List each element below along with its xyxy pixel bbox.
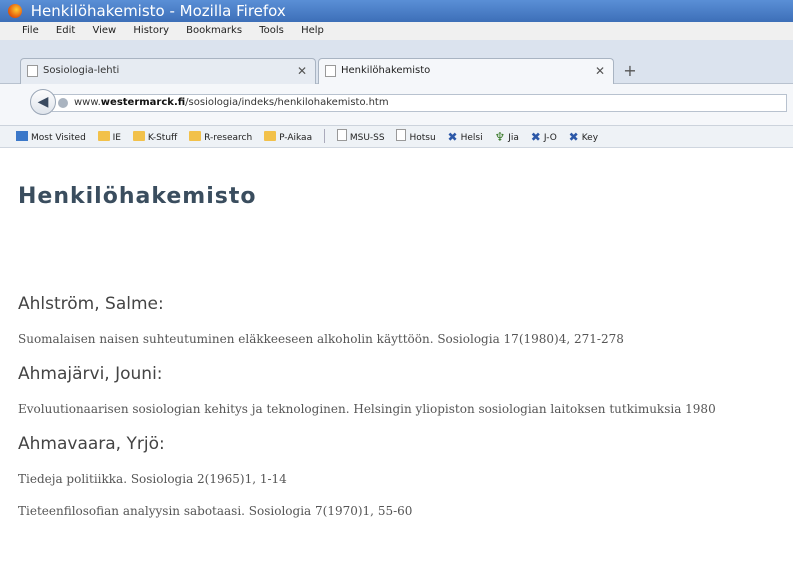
close-icon[interactable]: ✕ xyxy=(595,59,605,83)
publication-entry: Suomalaisen naisen suhteutuminen eläkkee… xyxy=(18,332,624,346)
url-prefix: www. xyxy=(74,97,101,108)
tree-icon: ♆ xyxy=(494,130,506,144)
menu-edit[interactable]: Edit xyxy=(56,25,75,36)
bookmark-j-o[interactable]: ✖ J-O xyxy=(530,126,557,147)
window-titlebar: Henkilöhakemisto - Mozilla Firefox xyxy=(0,0,793,22)
folder-icon xyxy=(132,131,145,141)
bookmark-jia[interactable]: ♆ Jia xyxy=(494,126,518,147)
tab-henkilohakemisto[interactable]: Henkilöhakemisto ✕ xyxy=(318,58,614,84)
firefox-logo-icon xyxy=(8,4,22,18)
bookmark-ie[interactable]: IE xyxy=(97,127,121,147)
bookmark-separator xyxy=(323,129,325,143)
close-icon[interactable]: ✕ xyxy=(297,59,307,83)
bookmark-r-research[interactable]: R-research xyxy=(189,127,252,147)
window-title: Henkilöhakemisto - Mozilla Firefox xyxy=(30,2,286,20)
menu-help[interactable]: Help xyxy=(301,25,324,36)
bookmarks-toolbar: Most Visited IE K-Stuff R-research P-Aik… xyxy=(0,126,793,148)
person-name: Ahmavaara, Yrjö: xyxy=(18,434,165,454)
menu-bar: File Edit View History Bookmarks Tools H… xyxy=(0,22,793,40)
publication-entry: Evoluutionaarisen sosiologian kehitys ja… xyxy=(18,402,716,416)
most-visited-icon xyxy=(16,131,28,141)
page-icon xyxy=(27,65,38,77)
person-name: Ahlström, Salme: xyxy=(18,294,164,314)
menu-tools[interactable]: Tools xyxy=(259,25,284,36)
bookmark-helsi[interactable]: ✖ Helsi xyxy=(447,126,483,147)
publication-entry: Tieteenfilosofian analyysin sabotaasi. S… xyxy=(18,504,413,518)
person-entries: Ahlström, Salme: Suomalaisen naisen suht… xyxy=(18,294,793,536)
menu-history[interactable]: History xyxy=(133,25,169,36)
page-icon xyxy=(396,129,407,141)
page-icon xyxy=(325,65,336,77)
menu-file[interactable]: File xyxy=(22,25,39,36)
navigation-bar: www.westermarck.fi/sosiologia/indeks/hen… xyxy=(0,84,793,126)
x-icon: ✖ xyxy=(568,130,579,144)
publication-entry: Tiedeja politiikka. Sosiologia 2(1965)1,… xyxy=(18,472,287,486)
menu-view[interactable]: View xyxy=(92,25,116,36)
url-domain: westermarck.fi xyxy=(100,97,186,108)
menu-bookmarks[interactable]: Bookmarks xyxy=(186,25,242,36)
folder-icon xyxy=(264,131,277,141)
tab-label: Sosiologia-lehti xyxy=(43,65,120,76)
page-content: Henkilöhakemisto Ahlström, Salme: Suomal… xyxy=(0,148,793,582)
page-title: Henkilöhakemisto xyxy=(18,184,257,209)
bookmark-key[interactable]: ✖ Key xyxy=(568,126,598,147)
x-icon: ✖ xyxy=(447,130,458,144)
bookmark-most-visited[interactable]: Most Visited xyxy=(16,127,86,147)
page-icon xyxy=(336,129,347,141)
back-button[interactable]: ◀ xyxy=(30,89,56,115)
bookmark-p-aikaa[interactable]: P-Aikaa xyxy=(264,127,312,147)
x-icon: ✖ xyxy=(530,130,541,144)
tab-sosiologia[interactable]: Sosiologia-lehti ✕ xyxy=(20,58,316,84)
folder-icon xyxy=(97,131,110,141)
folder-icon xyxy=(189,131,202,141)
url-bar[interactable]: www.westermarck.fi/sosiologia/indeks/hen… xyxy=(52,94,787,112)
tab-strip: Sosiologia-lehti ✕ Henkilöhakemisto ✕ + xyxy=(0,40,793,84)
globe-icon xyxy=(58,98,68,108)
bookmark-hotsu[interactable]: Hotsu xyxy=(396,127,436,147)
bookmark-k-stuff[interactable]: K-Stuff xyxy=(132,127,177,147)
url-path: /sosiologia/indeks/henkilohakemisto.htm xyxy=(185,97,389,108)
back-arrow-icon: ◀ xyxy=(37,94,49,110)
person-name: Ahmajärvi, Jouni: xyxy=(18,364,163,384)
tab-label: Henkilöhakemisto xyxy=(341,65,431,76)
new-tab-button[interactable]: + xyxy=(618,60,642,82)
bookmark-msu-ss[interactable]: MSU-SS xyxy=(336,127,385,147)
